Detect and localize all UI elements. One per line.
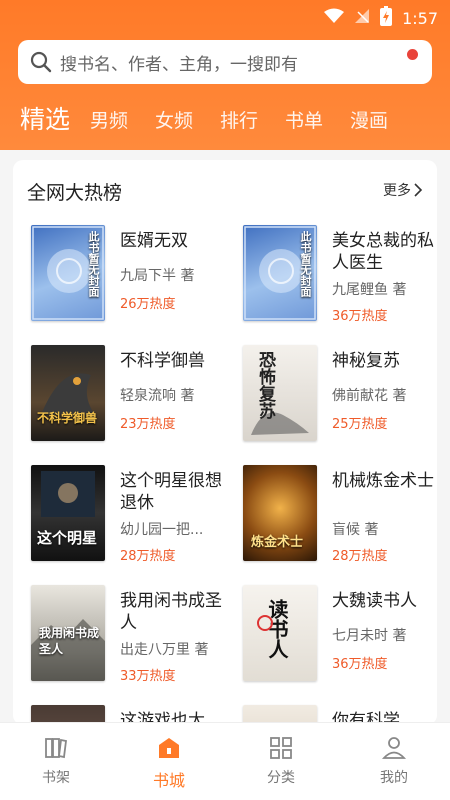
category-tabs: 精选 男频 女频 排行 书单 漫画: [0, 100, 450, 140]
book-item[interactable]: 恐怖复苏 神秘复苏 佛前献花 著 25万热度: [243, 345, 437, 445]
status-bar: 1:57: [0, 0, 450, 32]
more-label: 更多: [383, 183, 411, 199]
book-author: 九局下半 著: [120, 268, 195, 284]
profile-icon: [381, 737, 407, 759]
bookstore-icon: [159, 738, 179, 758]
book-author: 九尾鲤鱼 著: [332, 282, 407, 298]
nav-label: 分类: [267, 770, 295, 786]
book-cover: 我用闲书成圣人: [31, 585, 105, 681]
tab-nvpin[interactable]: 女频: [155, 106, 193, 133]
tab-shudan[interactable]: 书单: [285, 106, 323, 133]
nav-bookstore[interactable]: 书城: [124, 735, 214, 791]
red-seal-icon: [257, 615, 273, 631]
book-heat: 23万热度: [120, 417, 176, 432]
book-title: 医婿无双: [120, 231, 188, 251]
book-item[interactable]: 读书人 大魏读书人 七月未时 著 36万热度: [243, 585, 437, 685]
tab-jingxuan[interactable]: 精选: [20, 100, 70, 136]
nav-label: 书架: [42, 770, 70, 786]
book-title: 这个明星很想退休: [120, 471, 222, 513]
book-heat: 25万热度: [332, 417, 388, 432]
clock: 1:57: [402, 8, 438, 28]
chevron-right-icon: [414, 183, 423, 197]
nav-label: 我的: [380, 770, 408, 786]
cover-text: 这个明星: [37, 529, 98, 547]
book-title: 美女总裁的私人医生: [332, 231, 434, 273]
book-heat: 26万热度: [120, 297, 176, 312]
book-author: 佛前献花 著: [332, 388, 407, 404]
book-item[interactable]: 此书暂无封面 医婿无双 九局下半 著 26万热度: [31, 225, 231, 325]
book-heat: 36万热度: [332, 657, 388, 672]
tab-manhua[interactable]: 漫画: [350, 106, 388, 133]
category-icon: [270, 737, 292, 759]
book-author: 幼儿园一把...: [120, 522, 204, 538]
no-signal-icon: [354, 8, 370, 28]
hot-list-panel: 全网大热榜 更多 此书暂无封面 医婿无双 九局下半 著 26万热度 此书暂无封面: [13, 160, 437, 725]
cover-text: 炼金术士: [251, 535, 304, 550]
tab-paihang[interactable]: 排行: [220, 106, 258, 133]
book-item[interactable]: 我用闲书成圣人 我用闲书成圣人 出走八万里 著 33万热度: [31, 585, 231, 685]
book-item[interactable]: 炼金术士 机械炼金术士 盲候 著 28万热度: [243, 465, 437, 565]
book-cover: 恐怖复苏: [243, 345, 317, 441]
cover-text: 我用闲书成圣人: [39, 626, 100, 656]
more-link[interactable]: 更多: [383, 180, 423, 200]
cover-text: 此书暂无封面: [87, 231, 100, 297]
book-heat: 33万热度: [120, 669, 176, 684]
nav-bookshelf[interactable]: 书架: [11, 735, 101, 787]
tab-nanpin[interactable]: 男频: [90, 106, 128, 133]
book-cover: 读书人: [243, 585, 317, 681]
book-cover: 不科学御兽: [31, 345, 105, 441]
book-title: 大魏读书人: [332, 591, 417, 611]
search-bar[interactable]: 搜书名、作者、主角，一搜即有: [18, 40, 432, 84]
search-icon: [30, 51, 52, 73]
book-item[interactable]: 这个明星 这个明星很想退休 幼儿园一把... 28万热度: [31, 465, 231, 565]
book-heat: 36万热度: [332, 309, 388, 324]
nav-profile[interactable]: 我的: [349, 735, 439, 787]
nav-category[interactable]: 分类: [236, 735, 326, 787]
cover-text: 此书暂无封面: [299, 231, 312, 297]
book-author: 轻泉流响 著: [120, 388, 195, 404]
cover-text: 恐怖复苏: [255, 351, 275, 419]
nav-label: 书城: [152, 771, 185, 790]
book-cover: 这个明星: [31, 465, 105, 561]
book-title: 机械炼金术士: [332, 471, 434, 491]
bottom-nav: 书架 书城 分类 我的: [0, 722, 450, 800]
book-author: 盲候 著: [332, 522, 379, 538]
book-item[interactable]: 此书暂无封面 美女总裁的私人医生 九尾鲤鱼 著 36万热度: [243, 225, 437, 325]
cover-text: 不科学御兽: [37, 411, 98, 425]
book-title: 不科学御兽: [120, 351, 205, 371]
book-item[interactable]: 不科学御兽 不科学御兽 轻泉流响 著 23万热度: [31, 345, 231, 445]
book-author: 七月未时 著: [332, 628, 407, 644]
section-title: 全网大热榜: [27, 182, 123, 204]
book-heat: 28万热度: [120, 549, 176, 564]
search-placeholder: 搜书名、作者、主角，一搜即有: [60, 54, 298, 75]
book-title: 神秘复苏: [332, 351, 400, 371]
book-heat: 28万热度: [332, 549, 388, 564]
notification-dot: [407, 49, 418, 60]
bookshelf-icon: [45, 738, 67, 759]
battery-charging-icon: [380, 6, 393, 30]
book-cover: 此书暂无封面: [243, 225, 317, 321]
book-cover: 此书暂无封面: [31, 225, 105, 321]
book-title: 我用闲书成圣人: [120, 591, 222, 633]
book-author: 出走八万里 著: [120, 642, 209, 658]
book-cover: 炼金术士: [243, 465, 317, 561]
wifi-icon: [324, 8, 345, 28]
header: 1:57 搜书名、作者、主角，一搜即有 精选 男频 女频 排行 书单 漫画: [0, 0, 450, 150]
